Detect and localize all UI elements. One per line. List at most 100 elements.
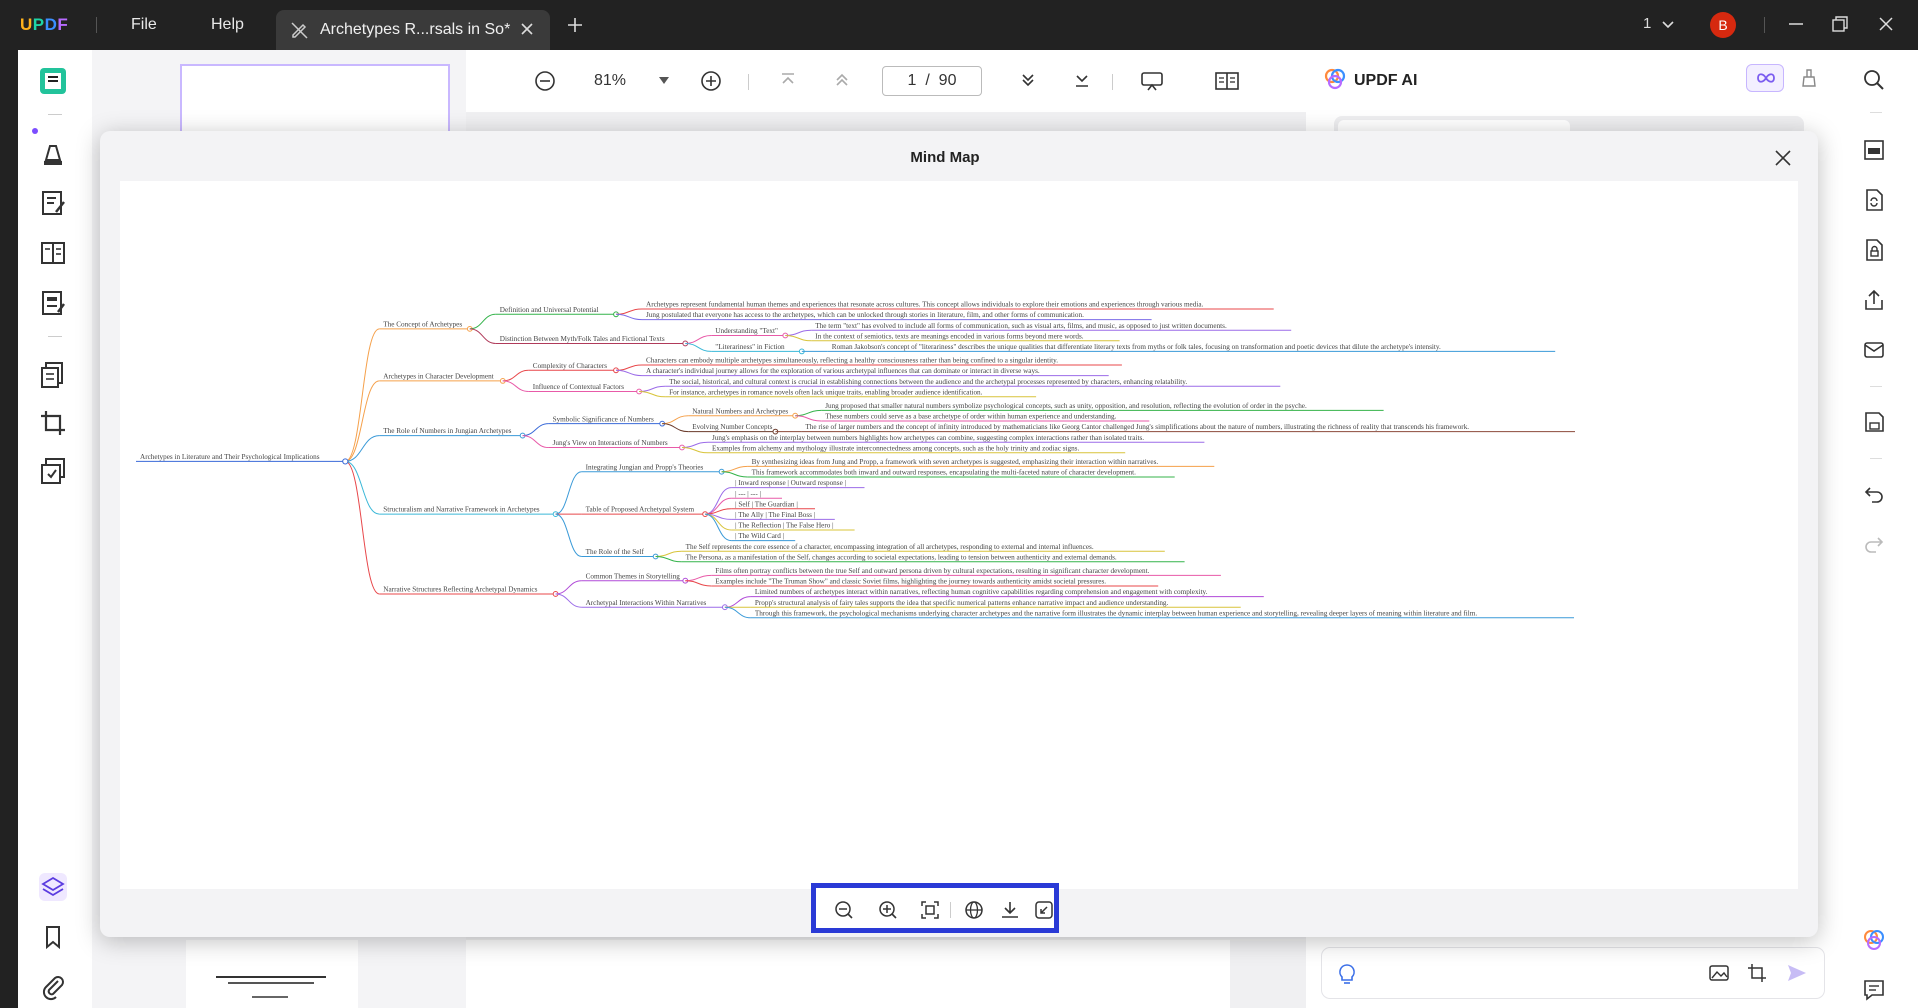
close-dialog-icon[interactable] (1774, 149, 1792, 167)
mind-map-node[interactable]: Symbolic Significance of Numbers (522, 415, 666, 437)
user-avatar[interactable]: B (1710, 12, 1736, 38)
mind-map-node[interactable]: Archetypal Interactions Within Narrative… (555, 593, 728, 611)
mind-map-canvas[interactable]: Archetypes in Literature and Their Psych… (120, 181, 1798, 889)
page-view-icon[interactable] (1214, 70, 1240, 92)
mind-map-node[interactable]: Natural Numbers and Archetypes (662, 407, 799, 425)
next-page-icon[interactable] (1018, 70, 1038, 90)
menu-file[interactable]: File (131, 16, 157, 34)
zoom-in-icon[interactable] (878, 900, 898, 920)
mind-map-branch[interactable]: Archetypes in Character Development (345, 373, 506, 462)
document-tab[interactable]: Archetypes R...rsals in So* (276, 10, 550, 50)
layers-icon[interactable] (38, 872, 68, 902)
protect-icon[interactable] (38, 456, 68, 486)
mind-map-node[interactable]: Understanding "Text" (685, 327, 789, 344)
zoom-in-icon[interactable] (700, 70, 722, 92)
lightbulb-icon[interactable] (1336, 962, 1358, 986)
edit-pdf-icon[interactable] (38, 188, 68, 218)
save-icon[interactable] (1862, 410, 1886, 434)
search-icon[interactable] (1862, 68, 1886, 92)
updf-ai-icon[interactable] (1862, 928, 1886, 952)
image-upload-icon[interactable] (1708, 962, 1730, 984)
mind-map-node[interactable]: Through this framework, the psychologica… (724, 606, 1574, 619)
mind-map-node[interactable]: Definition and Universal Potential (469, 306, 619, 330)
reader-icon[interactable] (38, 66, 68, 96)
mind-map-node[interactable]: The Persona, as a manifestation of the S… (655, 553, 1185, 563)
chevron-down-icon[interactable] (1660, 16, 1676, 32)
mind-map-node-label: The Role of Numbers in Jungian Archetype… (383, 427, 511, 435)
mind-map-node[interactable]: Influence of Contextual Factors (502, 380, 642, 395)
mind-map-node[interactable]: Propp's structural analysis of fairy tal… (724, 599, 1241, 608)
close-tab-icon[interactable] (518, 20, 536, 38)
mind-map-node-label: Understanding "Text" (715, 327, 778, 335)
attachment-icon[interactable] (38, 972, 68, 1002)
page-thumbnail[interactable] (186, 940, 358, 1008)
clean-chat-icon[interactable] (1800, 68, 1818, 88)
globe-icon[interactable] (964, 900, 984, 920)
zoom-out-icon[interactable] (834, 900, 854, 920)
mind-map-edge (639, 385, 666, 392)
email-icon[interactable] (1862, 338, 1886, 362)
close-window-icon[interactable] (1876, 14, 1896, 34)
mind-map-node[interactable]: These numbers could serve as a base arch… (795, 413, 1150, 422)
ai-mode-button[interactable] (1746, 64, 1784, 92)
slideshow-icon[interactable] (1140, 70, 1164, 92)
mind-map-node[interactable]: In the context of semiotics, texts are m… (785, 332, 1120, 342)
crop-icon[interactable] (38, 408, 68, 438)
mind-map-node[interactable]: This framework accommodates both inward … (721, 469, 1175, 478)
restore-icon[interactable] (1830, 14, 1850, 34)
mind-map-node[interactable]: Jung postulated that everyone has access… (615, 311, 1152, 321)
mind-map-node[interactable]: Jung's View on Interactions of Numbers (522, 435, 685, 451)
share-icon[interactable] (1862, 288, 1886, 312)
comment-highlight-icon[interactable] (38, 138, 68, 168)
mind-map-node[interactable]: | The Ally | The Final Boss | (705, 511, 835, 520)
mind-map-node[interactable]: Examples from alchemy and mythology illu… (681, 444, 1126, 454)
send-icon[interactable] (1786, 962, 1808, 984)
mind-map-node[interactable]: Examples include "The Truman Show" and c… (685, 578, 1159, 587)
bookmark-icon[interactable] (38, 922, 68, 952)
screenshot-icon[interactable] (1746, 962, 1768, 984)
zoom-level[interactable]: 81% (594, 72, 626, 90)
fit-screen-icon[interactable] (920, 900, 940, 920)
collapse-node-toggle[interactable] (342, 458, 349, 465)
mind-map-branch[interactable]: Structuralism and Narrative Framework in… (345, 460, 559, 518)
mind-map-node[interactable]: Complexity of Characters (502, 362, 619, 382)
rail-separator (48, 336, 62, 337)
last-page-icon[interactable] (1072, 70, 1092, 90)
redo-icon[interactable] (1862, 532, 1886, 556)
mind-map-node[interactable]: Distinction Between Myth/Folk Tales and … (469, 328, 689, 347)
form-icon[interactable] (38, 288, 68, 318)
convert-icon[interactable] (1862, 188, 1886, 212)
comment-list-icon[interactable] (1862, 978, 1886, 1002)
mind-map-node[interactable]: Evolving Number Concepts (662, 423, 779, 435)
new-tab-icon[interactable] (566, 16, 584, 34)
protect-pdf-icon[interactable] (1862, 238, 1886, 262)
ocr-icon[interactable] (1862, 138, 1886, 162)
document-toolbar: 81% 1 / 90 (466, 50, 1306, 112)
mind-map-root-node[interactable]: Archetypes in Literature and Their Psych… (136, 453, 346, 462)
mind-map-node[interactable]: Roman Jakobson's concept of "literarines… (801, 343, 1556, 352)
undo-icon[interactable] (1862, 482, 1886, 506)
page-number-input[interactable]: 1 / 90 (882, 66, 982, 96)
mind-map-node[interactable]: "Literariness" in Fiction (685, 342, 805, 355)
mind-map-node[interactable]: Common Themes in Storytelling (555, 572, 689, 595)
download-icon[interactable] (1000, 900, 1020, 920)
previous-page-icon[interactable] (832, 70, 852, 90)
export-icon[interactable] (1034, 900, 1054, 920)
ai-chat-input[interactable] (1322, 948, 1824, 998)
mind-map-node[interactable]: A character's individual journey allows … (615, 367, 1109, 377)
mind-map-branch[interactable]: The Concept of Archetypes (345, 320, 473, 462)
mind-map-node[interactable]: The rise of larger numbers and the conce… (775, 423, 1575, 433)
zoom-dropdown-icon[interactable] (658, 76, 670, 86)
mind-map-branch[interactable]: The Role of Numbers in Jungian Archetype… (345, 427, 526, 462)
mind-map-node[interactable]: Table of Proposed Archetypal System (555, 506, 708, 518)
minimize-icon[interactable] (1786, 14, 1806, 34)
mind-map-branch[interactable]: Narrative Structures Reflecting Archetyp… (345, 460, 559, 597)
open-docs-count[interactable]: 1 (1643, 15, 1651, 32)
organize-pages-icon[interactable] (38, 360, 68, 390)
zoom-out-icon[interactable] (534, 70, 556, 92)
menu-help[interactable]: Help (211, 16, 244, 34)
mind-map-node[interactable]: The Role of the Self (555, 513, 659, 560)
first-page-icon[interactable] (778, 70, 798, 90)
page-layout-icon[interactable] (38, 238, 68, 268)
mind-map-node[interactable]: For instance, archetypes in romance nove… (639, 388, 1037, 398)
